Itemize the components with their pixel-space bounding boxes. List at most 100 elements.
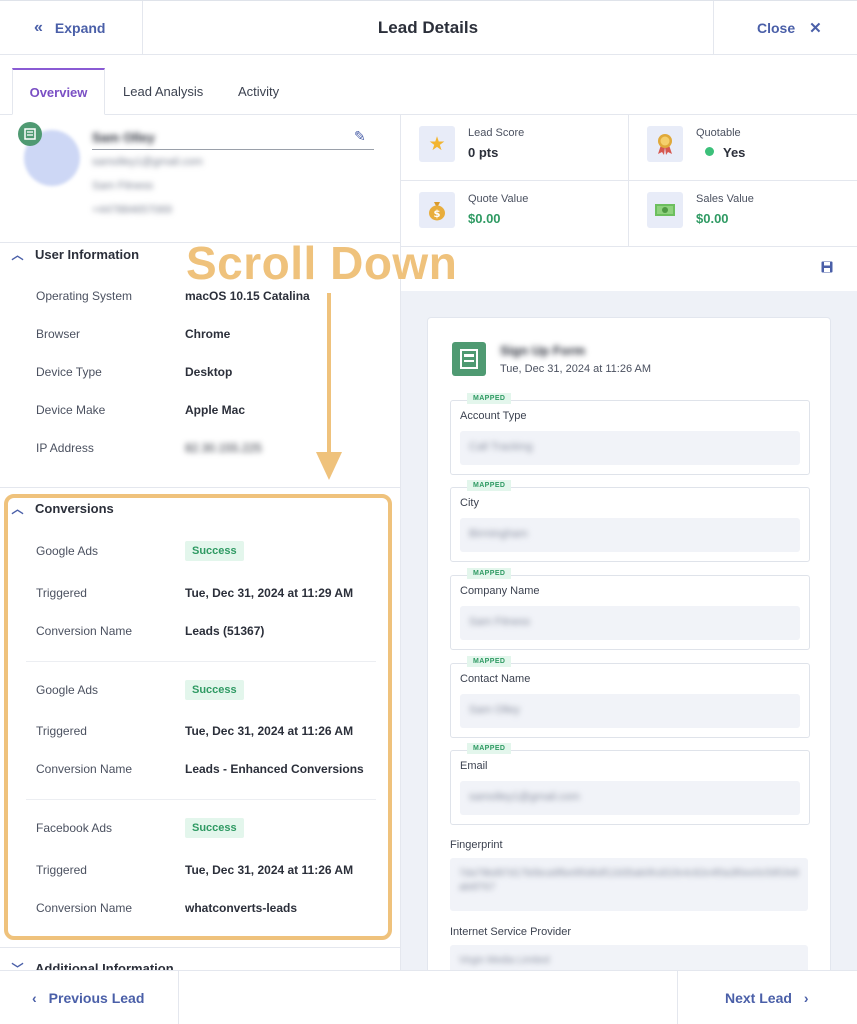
field-value-text: 7da79bd97d17b0bca9fbe6f0d6df12d35ab0fcd3… (459, 868, 799, 893)
chevron-right-icon: › (803, 990, 809, 1006)
mapped-badge: MAPPED (467, 656, 512, 667)
info-key: Browser (36, 327, 81, 341)
field-value-text: Sam Fitness (469, 616, 531, 628)
info-key: Operating System (36, 289, 133, 303)
lead-stats-grid: ★ Lead Score 0 pts Quotable Yes $ Quote … (401, 115, 857, 247)
previous-lead-button[interactable]: ‹ Previous Lead (0, 971, 179, 1024)
lead-name[interactable]: Sam Olley (92, 130, 374, 150)
info-value: Chrome (185, 327, 231, 341)
mapped-badge: MAPPED (467, 743, 512, 754)
arrow-down-icon (327, 293, 331, 453)
stat-value: $0.00 (468, 211, 501, 226)
close-button[interactable]: Close ✕ (713, 1, 857, 55)
user-information-header[interactable]: ︿ User Information (0, 244, 139, 264)
field-label: Internet Service Provider (450, 926, 572, 938)
banknote-icon (647, 192, 683, 228)
expand-label: Expand (54, 20, 106, 36)
form-field-company-name: MAPPED Company Name Sam Fitness (450, 568, 810, 650)
field-value: samolley1@gmail.com (460, 781, 800, 815)
field-value: Sam Fitness (460, 606, 800, 640)
edit-pencil-icon[interactable]: ✎ (354, 128, 366, 145)
info-key: IP Address (36, 441, 94, 455)
info-row-device-make: Device Make Apple Mac (36, 401, 396, 421)
money-bag-icon: $ (419, 192, 455, 228)
next-lead-button[interactable]: Next Lead › (677, 971, 857, 1024)
tab-activity[interactable]: Activity (238, 68, 279, 115)
tab-lead-analysis[interactable]: Lead Analysis (123, 68, 203, 115)
form-icon (452, 342, 486, 376)
field-label: Fingerprint (450, 839, 503, 851)
additional-information-header[interactable]: ﹀ Additional Information (0, 958, 174, 971)
panel-header: « Expand Lead Details Close ✕ (0, 0, 857, 55)
info-row-browser: Browser Chrome (36, 325, 396, 345)
stat-lead-score: ★ Lead Score 0 pts (401, 115, 629, 181)
svg-text:$: $ (434, 209, 441, 220)
stat-quotable: Quotable Yes (629, 115, 857, 181)
divider (0, 947, 400, 948)
lead-phone: +447884657069 (92, 204, 172, 216)
highlight-box (4, 494, 392, 940)
field-label: Account Type (460, 410, 527, 422)
form-title: Sign Up Form (500, 343, 586, 358)
arrow-head-icon (316, 452, 342, 480)
info-value: Desktop (185, 365, 233, 379)
field-label: Email (460, 760, 488, 772)
form-field-city: MAPPED City Birmingham (450, 480, 810, 562)
panel-footer: ‹ Previous Lead Next Lead › (0, 970, 857, 1024)
close-icon: ✕ (809, 20, 822, 37)
chevron-up-icon: ︿ (11, 247, 24, 262)
field-value-text: Birmingham (469, 528, 528, 540)
page-title: Lead Details (377, 18, 479, 37)
form-field-contact-name: MAPPED Contact Name Sam Olley (450, 656, 810, 738)
field-value-text: Sam Olley (469, 704, 520, 716)
info-row-ip-address: IP Address 82.30.155.225 (36, 439, 396, 459)
tab-bar: Overview Lead Analysis Activity (0, 55, 857, 115)
award-ribbon-icon (647, 126, 683, 162)
field-label: Contact Name (460, 673, 531, 685)
stat-value: Yes (705, 145, 745, 160)
stat-value-text: Yes (723, 145, 746, 160)
mapped-badge: MAPPED (467, 568, 512, 579)
save-icon[interactable] (821, 261, 833, 273)
info-value: Apple Mac (185, 403, 246, 417)
expand-button[interactable]: « Expand (0, 1, 143, 55)
field-value-text: Virgin Media Limited (459, 955, 550, 966)
section-title: Additional Information (35, 960, 174, 971)
info-row-device-type: Device Type Desktop (36, 363, 396, 383)
next-lead-label: Next Lead (725, 990, 792, 1006)
form-submission-card: Sign Up Form Tue, Dec 31, 2024 at 11:26 … (427, 317, 831, 970)
mapped-badge: MAPPED (467, 480, 512, 491)
status-dot-icon (705, 147, 714, 156)
field-label: City (460, 497, 479, 509)
tab-overview[interactable]: Overview (12, 68, 105, 115)
stat-label: Quotable (696, 127, 741, 139)
divider (0, 487, 400, 488)
field-value: 7da79bd97d17b0bca9fbe6f0d6df12d35ab0fcd3… (450, 858, 808, 911)
scroll-down-annotation: Scroll Down (186, 237, 458, 289)
lead-email: samolley1@gmail.com (92, 156, 203, 168)
form-date: Tue, Dec 31, 2024 at 11:26 AM (500, 363, 652, 375)
form-submission-area[interactable]: Sign Up Form Tue, Dec 31, 2024 at 11:26 … (401, 291, 857, 970)
lead-name-text: Sam Olley (92, 130, 155, 145)
stat-sales-value: Sales Value $0.00 (629, 181, 857, 247)
info-value: 82.30.155.225 (185, 441, 262, 455)
info-row-operating-system: Operating System macOS 10.15 Catalina (36, 287, 396, 307)
section-title: User Information (35, 246, 140, 262)
form-field-email: MAPPED Email samolley1@gmail.com (450, 743, 810, 825)
field-value: Virgin Media Limited (450, 945, 808, 970)
chevron-down-icon: ﹀ (11, 961, 24, 971)
info-value: macOS 10.15 Catalina (185, 289, 310, 303)
chevron-left-icon: ‹ (32, 990, 37, 1006)
field-value: Sam Olley (460, 694, 800, 728)
double-chevron-left-icon: « (34, 19, 43, 36)
info-key: Device Type (36, 365, 102, 379)
field-value-text: Call Tracking (469, 441, 533, 453)
stat-label: Quote Value (468, 193, 529, 205)
form-field-account-type: MAPPED Account Type Call Tracking (450, 393, 810, 475)
form-toolbar (401, 247, 857, 291)
stat-label: Lead Score (468, 127, 525, 139)
close-label: Close (757, 20, 796, 36)
form-type-icon (18, 122, 42, 146)
mapped-badge: MAPPED (467, 393, 512, 404)
field-label: Company Name (460, 585, 540, 597)
